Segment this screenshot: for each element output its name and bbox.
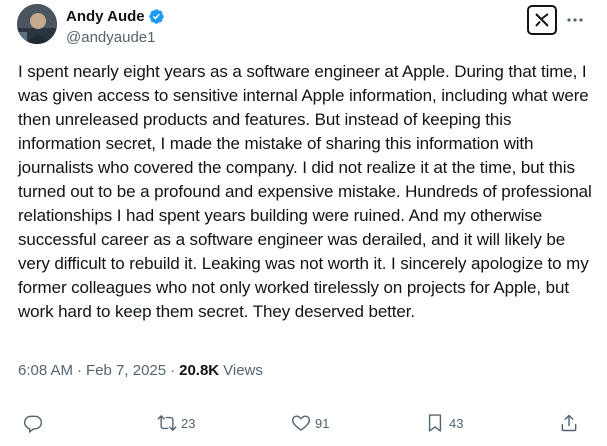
tweet-time[interactable]: 6:08 AM	[18, 362, 73, 379]
author-block: Andy Aude @andyaude1	[66, 6, 165, 46]
bookmark-count: 43	[449, 415, 464, 431]
share-button[interactable]	[559, 413, 579, 433]
avatar-image	[17, 4, 57, 44]
meta-separator: ·	[170, 362, 176, 379]
retweet-icon	[157, 415, 177, 431]
verified-badge-icon	[148, 8, 164, 24]
author-handle[interactable]: @andyaude1	[66, 29, 165, 46]
bookmark-button[interactable]: 43	[425, 413, 463, 433]
grok-icon	[535, 13, 549, 27]
like-button[interactable]: 91	[291, 413, 329, 433]
share-icon	[561, 414, 577, 432]
author-display-name[interactable]: Andy Aude	[66, 8, 145, 25]
heart-icon	[291, 415, 311, 431]
tweet-date[interactable]: Feb 7, 2025	[86, 362, 166, 379]
reply-icon	[23, 415, 43, 433]
retweet-count: 23	[181, 415, 196, 431]
grok-button[interactable]	[527, 5, 557, 35]
tweet-meta: 6:08 AM · Feb 7, 2025 · 20.8K Views	[18, 362, 263, 379]
retweet-button[interactable]: 23	[157, 413, 195, 433]
more-button[interactable]	[565, 10, 585, 30]
bookmark-icon	[428, 414, 442, 432]
avatar[interactable]	[17, 4, 57, 44]
more-icon	[567, 18, 583, 22]
tweet-text: I spent nearly eight years as a software…	[18, 62, 592, 321]
like-count: 91	[315, 415, 330, 431]
views-count: 20.8K	[179, 362, 220, 379]
action-bar: 23 91 43	[0, 406, 607, 442]
meta-separator: ·	[77, 362, 83, 379]
reply-button[interactable]	[23, 413, 47, 433]
views-label: Views	[223, 362, 263, 379]
